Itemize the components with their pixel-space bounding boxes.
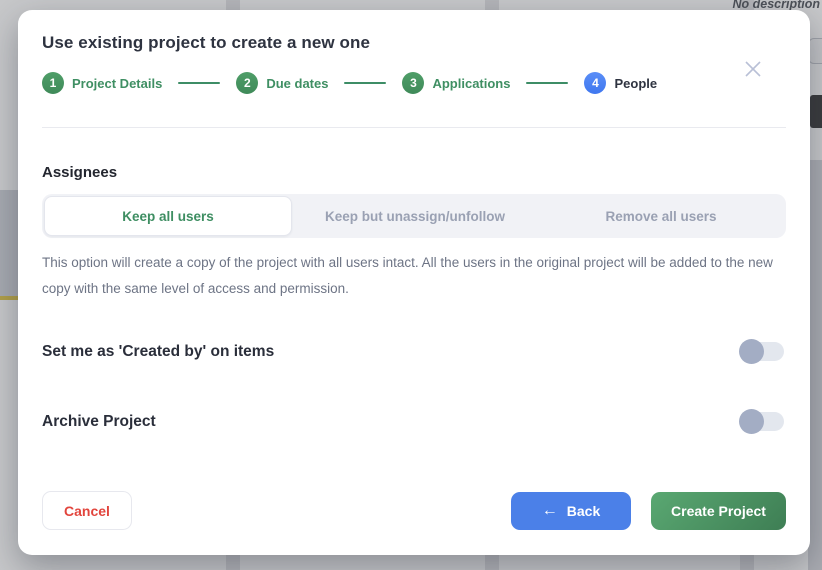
modal-body: Assignees Keep all users Keep but unassi… [18, 128, 810, 491]
segment-remove-all-users[interactable]: Remove all users [538, 196, 784, 236]
created-by-toggle-label: Set me as 'Created by' on items [42, 343, 274, 361]
step-people[interactable]: 4 People [584, 72, 657, 94]
archive-project-toggle[interactable] [740, 412, 784, 431]
back-arrow-icon: ← [542, 503, 558, 519]
step-label: People [614, 76, 657, 91]
toggle-knob [739, 339, 764, 364]
assignees-option-description: This option will create a copy of the pr… [42, 250, 786, 302]
cancel-button[interactable]: Cancel [42, 491, 132, 530]
step-number-badge: 3 [402, 72, 424, 94]
archive-project-toggle-row: Archive Project [42, 412, 786, 431]
archive-project-toggle-label: Archive Project [42, 413, 156, 431]
step-number-badge: 2 [236, 72, 258, 94]
step-number-badge: 1 [42, 72, 64, 94]
step-project-details[interactable]: 1 Project Details [42, 72, 162, 94]
modal-footer: Cancel ← Back Create Project [18, 491, 810, 555]
close-icon[interactable] [742, 58, 764, 80]
background-avatar [810, 95, 822, 128]
back-button-label: Back [567, 503, 600, 519]
created-by-toggle-row: Set me as 'Created by' on items [42, 342, 786, 361]
use-existing-project-modal: Use existing project to create a new one… [18, 10, 810, 555]
step-label: Applications [432, 76, 510, 91]
background-card-outline [808, 38, 822, 64]
board-column-divider [808, 160, 822, 570]
step-label: Due dates [266, 76, 328, 91]
created-by-toggle[interactable] [740, 342, 784, 361]
create-project-button[interactable]: Create Project [651, 492, 786, 530]
step-applications[interactable]: 3 Applications [402, 72, 510, 94]
toggle-knob [739, 409, 764, 434]
step-number-badge: 4 [584, 72, 606, 94]
wizard-stepper: 1 Project Details 2 Due dates 3 Applicat… [42, 72, 786, 94]
step-connector-line [344, 82, 386, 84]
modal-header: Use existing project to create a new one… [18, 10, 810, 128]
assignees-segmented-control: Keep all users Keep but unassign/unfollo… [42, 194, 786, 238]
step-connector-line [178, 82, 220, 84]
board-card-accent-line [0, 296, 18, 300]
assignees-section-label: Assignees [42, 164, 786, 181]
segment-keep-all-users[interactable]: Keep all users [44, 196, 292, 236]
back-button[interactable]: ← Back [511, 492, 631, 530]
step-due-dates[interactable]: 2 Due dates [236, 72, 328, 94]
header-divider [42, 127, 786, 128]
segment-keep-but-unassign[interactable]: Keep but unassign/unfollow [292, 196, 538, 236]
step-connector-line [526, 82, 568, 84]
board-card-edge [0, 190, 18, 296]
footer-right-buttons: ← Back Create Project [511, 492, 786, 530]
step-label: Project Details [72, 76, 162, 91]
modal-title: Use existing project to create a new one [42, 33, 786, 53]
